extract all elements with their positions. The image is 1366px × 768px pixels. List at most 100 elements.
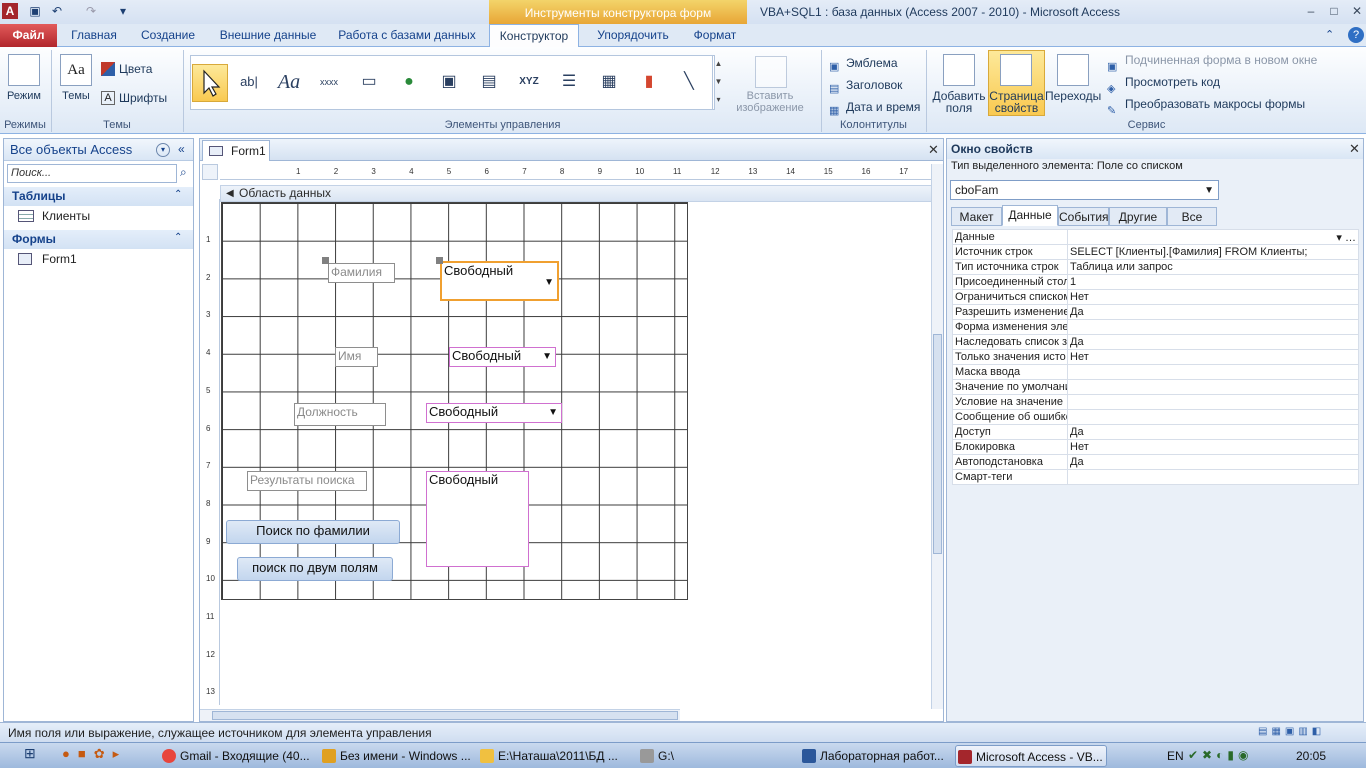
scroll-thumb[interactable]: [212, 711, 678, 720]
taskbar-item-explorer[interactable]: E:\Наташа\2011\БД ...: [478, 745, 628, 767]
save-icon[interactable]: ▣: [28, 4, 42, 18]
tab-database-tools[interactable]: Работа с базами данных: [332, 24, 482, 47]
property-row[interactable]: Сообщение об ошибке: [952, 409, 1359, 425]
property-value[interactable]: 1: [1067, 274, 1359, 290]
search-by-surname-button[interactable]: Поиск по фамилии: [226, 520, 400, 544]
tab-layout[interactable]: Макет: [951, 207, 1002, 226]
property-row[interactable]: Только значения исто Нет: [952, 349, 1359, 365]
document-tab-form1[interactable]: Form1: [202, 140, 270, 161]
insert-image-button[interactable]: Вставить изображение: [728, 90, 812, 114]
nav-item-table-clients[interactable]: Клиенты: [16, 206, 90, 226]
label-fam[interactable]: Фамилия: [328, 263, 395, 283]
property-value[interactable]: Нет: [1067, 439, 1359, 455]
tab-format[interactable]: Формат: [686, 24, 744, 47]
close-property-sheet-icon[interactable]: ✕: [1349, 141, 1360, 157]
tab-create[interactable]: Создание: [132, 24, 204, 47]
taskbar-item-drive[interactable]: G:\: [638, 745, 788, 767]
property-value[interactable]: [1067, 469, 1359, 485]
property-value[interactable]: ▾ …: [1067, 229, 1359, 245]
collapse-section-icon[interactable]: ⌃: [174, 189, 182, 200]
label-tool[interactable]: Aa: [272, 64, 306, 100]
nav-collapse-icon[interactable]: «: [178, 142, 185, 156]
property-value[interactable]: Да: [1067, 304, 1359, 320]
property-row[interactable]: Ограничиться списком Нет: [952, 289, 1359, 305]
colors-button[interactable]: Цвета: [119, 63, 152, 75]
property-value[interactable]: Нет: [1067, 289, 1359, 305]
move-handle[interactable]: [436, 257, 443, 264]
chart-tool[interactable]: ▮: [632, 64, 666, 100]
button-tool[interactable]: xxxx: [312, 64, 346, 100]
title-button[interactable]: Заголовок: [846, 74, 926, 96]
property-row[interactable]: Значение по умолчанию: [952, 379, 1359, 395]
combo-fam-selected[interactable]: Свободный ▼: [440, 261, 559, 301]
view-mode-button[interactable]: Режим: [2, 90, 46, 102]
select-pointer-tool[interactable]: [192, 64, 228, 102]
property-row[interactable]: Блокировка Нет: [952, 439, 1359, 455]
clock[interactable]: 20:05: [1296, 749, 1326, 763]
gallery-scroll-arrows[interactable]: ▲ ▼ ▾: [712, 55, 724, 110]
nav-section-forms[interactable]: Формы: [4, 230, 193, 249]
property-row[interactable]: Смарт-теги: [952, 469, 1359, 485]
property-row[interactable]: Форма изменения элем: [952, 319, 1359, 335]
help-icon[interactable]: ?: [1348, 27, 1364, 43]
nav-section-tables[interactable]: Таблицы: [4, 187, 193, 206]
quick-launch-icons[interactable]: ●■✿▸: [62, 746, 172, 766]
tab-external-data[interactable]: Внешние данные: [212, 24, 324, 47]
line-tool[interactable]: ╲: [672, 64, 706, 100]
tab-arrange[interactable]: Упорядочить: [586, 24, 680, 47]
property-row[interactable]: Маска ввода: [952, 364, 1359, 380]
tab-all[interactable]: Все: [1167, 207, 1217, 226]
customize-qat-icon[interactable]: ▾: [116, 4, 130, 18]
close-button[interactable]: ✕: [1346, 2, 1366, 20]
combo-box-tool[interactable]: ▦: [592, 64, 626, 100]
view-code-button[interactable]: Просмотреть код: [1125, 71, 1325, 93]
date-time-button[interactable]: Дата и время: [846, 96, 926, 118]
textbox-tool[interactable]: ab|: [232, 64, 266, 100]
view-switcher-icons[interactable]: ▤▦▣▥◧: [1258, 726, 1358, 740]
move-handle[interactable]: [322, 257, 329, 264]
property-row[interactable]: Автоподстановка Да: [952, 454, 1359, 470]
nav-menu-chevron-icon[interactable]: ▾: [156, 143, 170, 157]
property-sheet-button[interactable]: Страница свойств: [988, 90, 1045, 114]
property-row[interactable]: Присоединенный столбец1: [952, 274, 1359, 290]
start-button-icon[interactable]: ⊞: [24, 745, 44, 765]
tab-events[interactable]: События: [1058, 207, 1109, 226]
property-row[interactable]: Доступ Да: [952, 424, 1359, 440]
form-selector[interactable]: [202, 164, 218, 180]
property-value[interactable]: Нет: [1067, 349, 1359, 365]
combo-position[interactable]: Свободный ▼: [426, 403, 562, 423]
subform-new-window-button[interactable]: Подчиненная форма в новом окне: [1125, 49, 1325, 71]
taskbar-item-word[interactable]: Лабораторная работ...: [800, 745, 950, 767]
property-row[interactable]: Наследовать список з Да: [952, 334, 1359, 350]
combo-name[interactable]: Свободный ▼: [449, 347, 556, 367]
horizontal-scrollbar[interactable]: [200, 709, 680, 721]
maximize-button[interactable]: □: [1323, 2, 1345, 20]
property-value[interactable]: [1067, 319, 1359, 335]
tab-other[interactable]: Другие: [1109, 207, 1167, 226]
taskbar-item-paint[interactable]: Без имени - Windows ...: [320, 745, 470, 767]
fonts-button[interactable]: Шрифты: [119, 92, 167, 104]
property-row[interactable]: Источник строк SELECT [Клиенты].[Фамилия]…: [952, 244, 1359, 260]
label-results[interactable]: Результаты поиска: [247, 471, 367, 491]
add-fields-button[interactable]: Добавить поля: [930, 90, 988, 114]
property-row[interactable]: Разрешить изменение Да: [952, 304, 1359, 320]
scroll-thumb[interactable]: [933, 334, 942, 554]
language-indicator[interactable]: EN: [1167, 749, 1184, 763]
themes-button[interactable]: Темы: [54, 90, 98, 102]
property-value[interactable]: [1067, 394, 1359, 410]
web-browser-tool[interactable]: ▣: [432, 64, 466, 100]
detail-section-bar[interactable]: ◀ Область данных: [220, 185, 933, 202]
tab-design[interactable]: Конструктор: [489, 24, 579, 47]
property-value[interactable]: Таблица или запрос: [1067, 259, 1359, 275]
close-document-icon[interactable]: ✕: [928, 142, 939, 158]
property-value[interactable]: Да: [1067, 454, 1359, 470]
logo-button[interactable]: Эмблема: [846, 52, 926, 74]
listbox-results[interactable]: Свободный: [426, 471, 529, 567]
tab-file[interactable]: Файл: [0, 24, 57, 47]
hyperlink-tool[interactable]: ●: [392, 64, 426, 100]
tab-data[interactable]: Данные: [1002, 205, 1058, 226]
search-icon[interactable]: ⌕: [180, 165, 187, 180]
property-value[interactable]: [1067, 364, 1359, 380]
property-value[interactable]: SELECT [Клиенты].[Фамилия] FROM Клиенты;: [1067, 244, 1359, 260]
property-row[interactable]: Данные ▾ …: [952, 229, 1359, 245]
